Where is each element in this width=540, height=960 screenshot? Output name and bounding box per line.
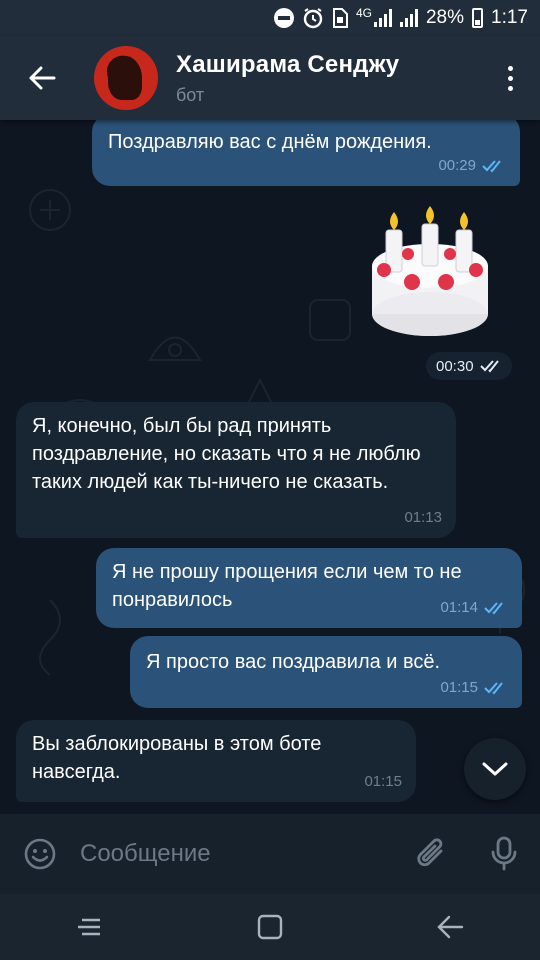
doodle-icon <box>29 189 71 231</box>
voice-message-button[interactable] <box>468 814 540 894</box>
do-not-disturb-icon <box>273 8 294 28</box>
scroll-down-button[interactable] <box>464 738 526 800</box>
signal-icon <box>373 9 392 27</box>
avatar[interactable] <box>94 46 158 110</box>
sticker-birthday-cake[interactable] <box>360 206 500 346</box>
message-time: 01:14 <box>440 599 478 616</box>
message-text: Я просто вас поздравила и всё. <box>146 651 441 673</box>
message-outgoing[interactable]: Я просто вас поздравила и всё. 01:15 <box>130 636 522 708</box>
chat-title: Хаширама Сенджу <box>176 50 400 78</box>
message-composer <box>0 814 540 894</box>
message-time: 00:30 <box>436 357 474 375</box>
paperclip-icon <box>417 838 443 867</box>
clock: 1:17 <box>491 7 528 28</box>
chat-info[interactable]: Хаширама Сенджу бот <box>176 51 480 106</box>
kebab-menu-icon <box>507 65 513 91</box>
menu-button[interactable] <box>480 36 540 120</box>
doodle-icon <box>148 336 202 361</box>
chevron-down-icon <box>482 762 508 776</box>
message-outgoing[interactable]: Я не прошу прощения если чем то не понра… <box>96 548 522 628</box>
battery-icon <box>472 8 484 28</box>
message-meta: 00:29 <box>438 152 506 180</box>
doodle-icon <box>39 599 61 676</box>
recent-apps-icon <box>78 918 100 936</box>
message-input[interactable] <box>80 814 396 894</box>
emoji-button[interactable] <box>0 814 80 894</box>
chat-subtitle: бот <box>176 84 205 105</box>
arrow-left-icon <box>437 915 464 939</box>
double-check-icon <box>482 160 501 173</box>
message-time: 00:29 <box>438 157 476 174</box>
alarm-icon <box>302 7 324 29</box>
sticker-meta: 00:30 <box>426 352 512 380</box>
chat-header: Хаширама Сенджу бот <box>0 36 540 120</box>
back-nav-button[interactable] <box>410 894 490 960</box>
double-check-icon <box>484 682 503 695</box>
signal-icon-2 <box>399 9 418 27</box>
message-text: Поздравляю вас с днём рождения. <box>108 131 432 153</box>
message-time: 01:15 <box>440 679 478 696</box>
message-text: Я не прошу прощения если чем то не понра… <box>112 561 462 611</box>
battery-percent: 28% <box>425 7 465 28</box>
message-text: Я, конечно, был бы рад принять поздравле… <box>32 415 421 493</box>
message-time: 01:15 <box>364 773 402 790</box>
message-time: 01:13 <box>404 509 442 526</box>
home-button[interactable] <box>230 894 310 960</box>
status-bar: 4G 28% 1:17 <box>0 0 540 36</box>
recent-apps-button[interactable] <box>50 894 130 960</box>
message-incoming[interactable]: Я, конечно, был бы рад принять поздравле… <box>16 402 456 538</box>
network-type: 4G <box>355 6 372 20</box>
sim-card-icon <box>332 8 348 28</box>
back-button[interactable] <box>0 36 84 120</box>
smile-icon <box>24 838 56 870</box>
arrow-left-icon <box>29 66 56 90</box>
double-check-icon <box>484 602 503 615</box>
message-meta: 01:14 <box>440 594 508 622</box>
message-list[interactable]: Поздравляю вас с днём рождения. 00:29 00… <box>0 120 540 814</box>
message-text: Вы заблокированы в этом боте навсегда. <box>32 733 322 783</box>
birthday-cake-icon <box>372 206 488 336</box>
message-meta: 01:13 <box>404 504 442 532</box>
doodle-icon <box>309 299 351 341</box>
home-icon <box>257 914 283 940</box>
attach-button[interactable] <box>396 814 468 894</box>
message-outgoing[interactable]: Поздравляю вас с днём рождения. 00:29 <box>92 120 520 186</box>
message-incoming[interactable]: Вы заблокированы в этом боте навсегда. 0… <box>16 720 416 802</box>
double-check-icon <box>479 360 499 373</box>
microphone-icon <box>491 836 517 871</box>
message-meta: 01:15 <box>364 768 402 796</box>
message-meta: 01:15 <box>440 674 508 702</box>
system-navigation-bar <box>0 894 540 960</box>
